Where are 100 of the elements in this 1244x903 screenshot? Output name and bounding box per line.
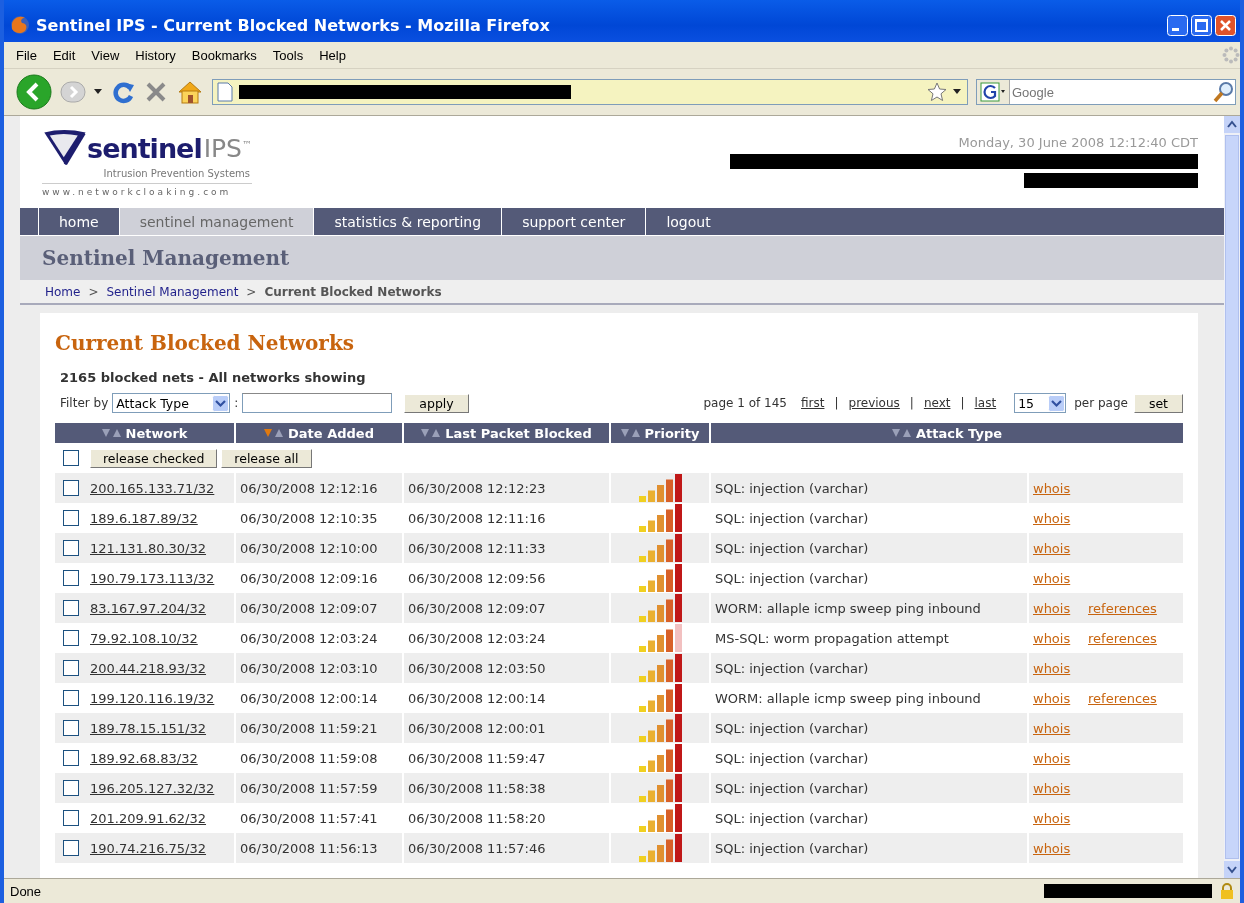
set-button[interactable]: set [1133, 393, 1183, 413]
table-cell: 06/30/2008 12:03:50 [403, 653, 610, 683]
table-cell: 06/30/2008 12:11:33 [403, 533, 610, 563]
checkbox[interactable] [62, 630, 79, 646]
whois-link[interactable]: whois [1033, 630, 1071, 646]
scroll-down-icon[interactable] [1224, 861, 1240, 878]
back-button[interactable] [16, 74, 52, 110]
whois-link[interactable]: whois [1033, 510, 1071, 526]
page-icon [217, 82, 233, 102]
menu-item[interactable]: Bookmarks [183, 47, 265, 63]
page-link[interactable]: previous [848, 396, 900, 410]
table-cell: SQL: injection (varchar) [710, 533, 1028, 563]
page-info: page 1 of 145 [703, 396, 787, 410]
filter-field[interactable] [242, 393, 393, 413]
breadcrumb-link[interactable]: Sentinel Management [106, 284, 239, 299]
checkbox[interactable] [62, 720, 79, 736]
nav-tab[interactable]: support center [501, 208, 646, 235]
search-engine-icon[interactable] [980, 82, 1006, 102]
checkbox[interactable] [62, 510, 79, 526]
whois-link[interactable]: whois [1033, 690, 1071, 706]
search-box[interactable]: Google [976, 79, 1236, 105]
column-header[interactable]: Date Added [235, 423, 403, 443]
whois-link[interactable]: whois [1033, 810, 1071, 826]
references-link[interactable]: references [1088, 630, 1157, 646]
dropdown[interactable]: 15 [1014, 393, 1067, 413]
release-button[interactable]: release all [221, 448, 312, 468]
column-header[interactable]: Priority [610, 423, 710, 443]
section-title: Current Blocked Networks [55, 331, 355, 355]
checkbox[interactable] [62, 480, 79, 496]
link-separator: | [909, 396, 914, 410]
menu-item[interactable]: Edit [44, 47, 84, 63]
brand-name: sentinel [87, 132, 202, 164]
apply-button[interactable]: apply [404, 393, 469, 413]
table-cell: 06/30/2008 12:00:01 [403, 713, 610, 743]
checkbox[interactable] [62, 570, 79, 586]
star-icon[interactable] [927, 82, 947, 102]
checkbox[interactable] [62, 660, 79, 676]
whois-link[interactable]: whois [1033, 570, 1071, 586]
table-cell: 06/30/2008 11:59:21 [235, 713, 403, 743]
page-link[interactable]: first [801, 396, 825, 410]
maximize-button[interactable] [1191, 14, 1212, 36]
whois-link[interactable]: whois [1033, 750, 1071, 766]
tagline: Intrusion Prevention Systems [102, 168, 251, 179]
scroll-up-icon[interactable] [1224, 116, 1240, 133]
nav-tab[interactable]: logout [645, 208, 731, 235]
menu-item[interactable]: History [127, 47, 184, 63]
checkbox[interactable] [62, 450, 79, 466]
menu-item[interactable]: Tools [264, 47, 312, 63]
table-cell: SQL: injection (varchar) [710, 773, 1028, 803]
nav-tab[interactable]: home [38, 208, 119, 235]
page-link[interactable]: last [974, 396, 997, 410]
breadcrumb-current: Current Blocked Networks [264, 284, 442, 299]
column-header[interactable]: Last Packet Blocked [403, 423, 610, 443]
nav-tab[interactable]: statistics & reporting [313, 208, 502, 235]
status-text: Done [10, 883, 42, 899]
search-icon[interactable] [1213, 81, 1235, 103]
breadcrumb-link[interactable]: Home [45, 284, 81, 299]
checkbox[interactable] [62, 840, 79, 856]
caret-icon[interactable] [94, 89, 102, 95]
table-cell: 06/30/2008 12:09:07 [235, 593, 403, 623]
home-icon[interactable] [176, 79, 204, 105]
table-cell: 06/30/2008 11:58:38 [403, 773, 610, 803]
menu-item[interactable]: View [83, 47, 128, 63]
network-link[interactable]: 79.92.108.10/32 [90, 630, 198, 646]
table-cell: 06/30/2008 11:57:59 [235, 773, 403, 803]
table-cell: 06/30/2008 12:12:16 [235, 473, 403, 503]
table-cell: 06/30/2008 12:09:07 [403, 593, 610, 623]
checkbox[interactable] [62, 600, 79, 616]
nav-tab[interactable]: sentinel management [118, 208, 314, 235]
caret-icon[interactable] [953, 89, 961, 95]
checkbox[interactable] [62, 690, 79, 706]
column-header[interactable]: Network [55, 423, 235, 443]
checkbox[interactable] [62, 540, 79, 556]
network-link[interactable]: 190.79.173.113/32 [90, 570, 215, 586]
minimize-button[interactable] [1167, 14, 1188, 36]
colon-label: : [234, 396, 239, 410]
release-button[interactable]: release checked [90, 448, 218, 468]
checkbox[interactable] [62, 750, 79, 766]
address-field[interactable] [212, 79, 968, 105]
close-button[interactable] [1215, 14, 1236, 36]
dropdown[interactable]: Attack Type [112, 393, 231, 413]
stop-icon[interactable] [144, 80, 168, 104]
link-separator: | [834, 396, 839, 410]
column-header[interactable]: Attack Type [710, 423, 1183, 443]
menu-item[interactable]: File [8, 47, 45, 63]
checkbox[interactable] [62, 810, 79, 826]
table-cell: SQL: injection (varchar) [710, 833, 1028, 863]
scrollbar[interactable] [1224, 116, 1240, 878]
page-link[interactable]: next [923, 396, 951, 410]
menu-item[interactable]: Help [311, 47, 354, 63]
network-link[interactable]: 189.6.187.89/32 [90, 510, 198, 526]
table-cell: 06/30/2008 12:03:10 [235, 653, 403, 683]
table-cell: SQL: injection (varchar) [710, 473, 1028, 503]
checkbox[interactable] [62, 780, 79, 796]
network-link[interactable]: 199.120.116.19/32 [90, 690, 215, 706]
network-link[interactable]: 201.209.91.62/32 [90, 810, 207, 826]
throbber-icon [1222, 46, 1240, 64]
references-link[interactable]: references [1088, 690, 1157, 706]
network-link[interactable]: 189.92.68.83/32 [90, 750, 198, 766]
padlock-icon [1220, 883, 1234, 899]
